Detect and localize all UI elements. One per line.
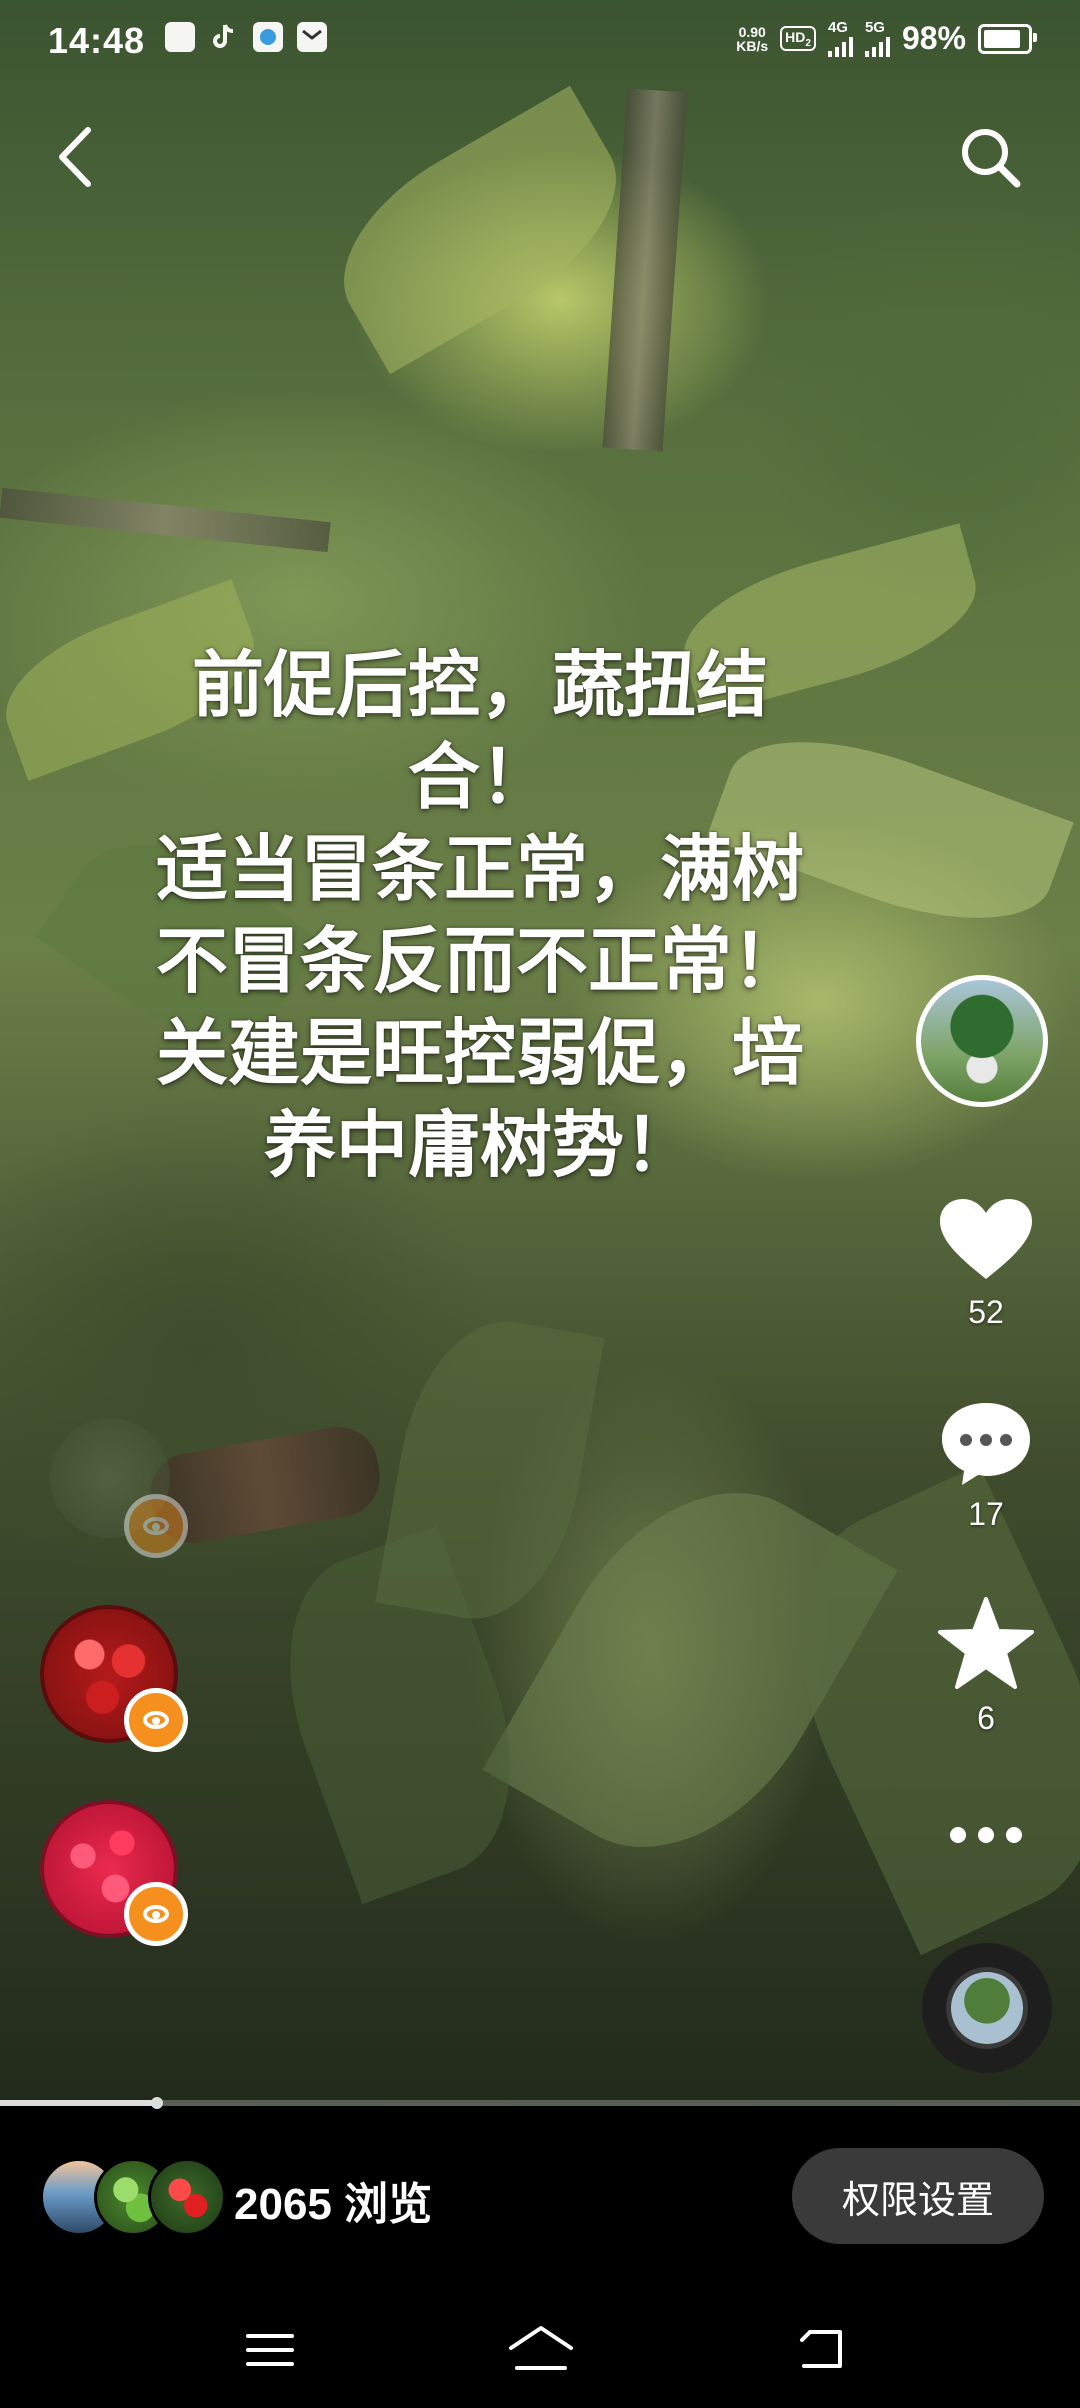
leaf-image — [310, 85, 650, 375]
heart-icon — [940, 1199, 1032, 1279]
app-icon — [253, 22, 283, 52]
sim2-signal: 5G — [864, 20, 890, 57]
favorite-button[interactable]: 6 — [912, 1595, 1060, 1737]
author-avatar[interactable] — [916, 975, 1048, 1107]
message-icon — [297, 22, 327, 52]
battery-percent: 98% — [901, 20, 966, 56]
battery-icon — [978, 23, 1037, 54]
menu-icon — [246, 2334, 294, 2366]
caption-line: 合！ — [407, 738, 552, 818]
home-icon — [509, 2326, 573, 2370]
caption-line: 关建是旺控弱促，培 — [155, 1014, 804, 1094]
back-button[interactable] — [50, 122, 100, 192]
bottom-bar: 2065 浏览 权限设置 — [0, 2110, 1080, 2290]
caption-line: 养中庸树势！ — [263, 1106, 696, 1186]
view-count: 2065 浏览 — [234, 2180, 433, 2229]
permission-settings-button[interactable]: 权限设置 — [792, 2148, 1044, 2244]
caption-line: 前促后控，蔬扭结 — [191, 646, 768, 726]
signal-bars-icon — [827, 35, 853, 57]
leaf-image — [375, 1306, 605, 1634]
view-badge-icon — [124, 1882, 188, 1946]
progress-fill — [0, 2100, 157, 2106]
tree-trunk-image — [602, 88, 688, 452]
video-progress-bar[interactable] — [0, 2097, 1080, 2109]
video-caption: 前促后控，蔬扭结 合！ 适当冒条正常，满树 不冒条反而不正常！ 关建是旺控弱促，… — [70, 640, 890, 1192]
caption-line: 适当冒条正常，满树 — [155, 830, 804, 910]
like-button[interactable]: 52 — [912, 1195, 1060, 1331]
comment-icon — [942, 1403, 1030, 1485]
status-bar: 14:48 0.90 KB/s HD2 4G 5G 98% — [0, 0, 1080, 86]
star-icon — [938, 1597, 1034, 1689]
branch-image — [0, 487, 331, 553]
favorite-count: 6 — [977, 1700, 995, 1736]
clock: 14:48 — [48, 20, 146, 61]
wechat-icon — [165, 22, 195, 52]
viewer-avatar — [148, 2158, 226, 2236]
view-badge-icon — [124, 1494, 188, 1558]
network-speed: 0.90 KB/s — [736, 23, 769, 54]
view-badge-icon — [124, 1688, 188, 1752]
system-nav-bar — [0, 2290, 1080, 2408]
chevron-left-icon — [59, 127, 91, 187]
music-cover-image — [951, 1972, 1023, 2044]
music-disc[interactable] — [922, 1943, 1052, 2073]
tiktok-icon — [209, 22, 239, 52]
comment-button[interactable]: 17 — [912, 1397, 1060, 1533]
viewer-avatars[interactable] — [40, 2158, 226, 2236]
home-button[interactable] — [505, 2320, 577, 2380]
nav-back-button[interactable] — [792, 2320, 852, 2380]
progress-knob[interactable] — [150, 2097, 163, 2109]
signal-bars-icon — [864, 35, 890, 57]
back-icon — [800, 2330, 842, 2368]
sim1-signal: 4G — [827, 20, 853, 57]
like-count: 52 — [968, 1294, 1004, 1330]
caption-line: 不冒条反而不正常！ — [155, 922, 804, 1002]
more-dots-icon — [950, 1827, 1022, 1843]
search-button[interactable] — [955, 122, 1025, 192]
search-icon — [962, 129, 1021, 188]
menu-button[interactable] — [240, 2320, 300, 2380]
comment-count: 17 — [968, 1496, 1004, 1532]
hd-voice-icon: HD2 — [780, 25, 816, 52]
notification-icons — [165, 22, 327, 52]
system-indicators: 0.90 KB/s HD2 4G 5G 98% — [736, 20, 1037, 57]
more-button[interactable] — [912, 1820, 1060, 1855]
